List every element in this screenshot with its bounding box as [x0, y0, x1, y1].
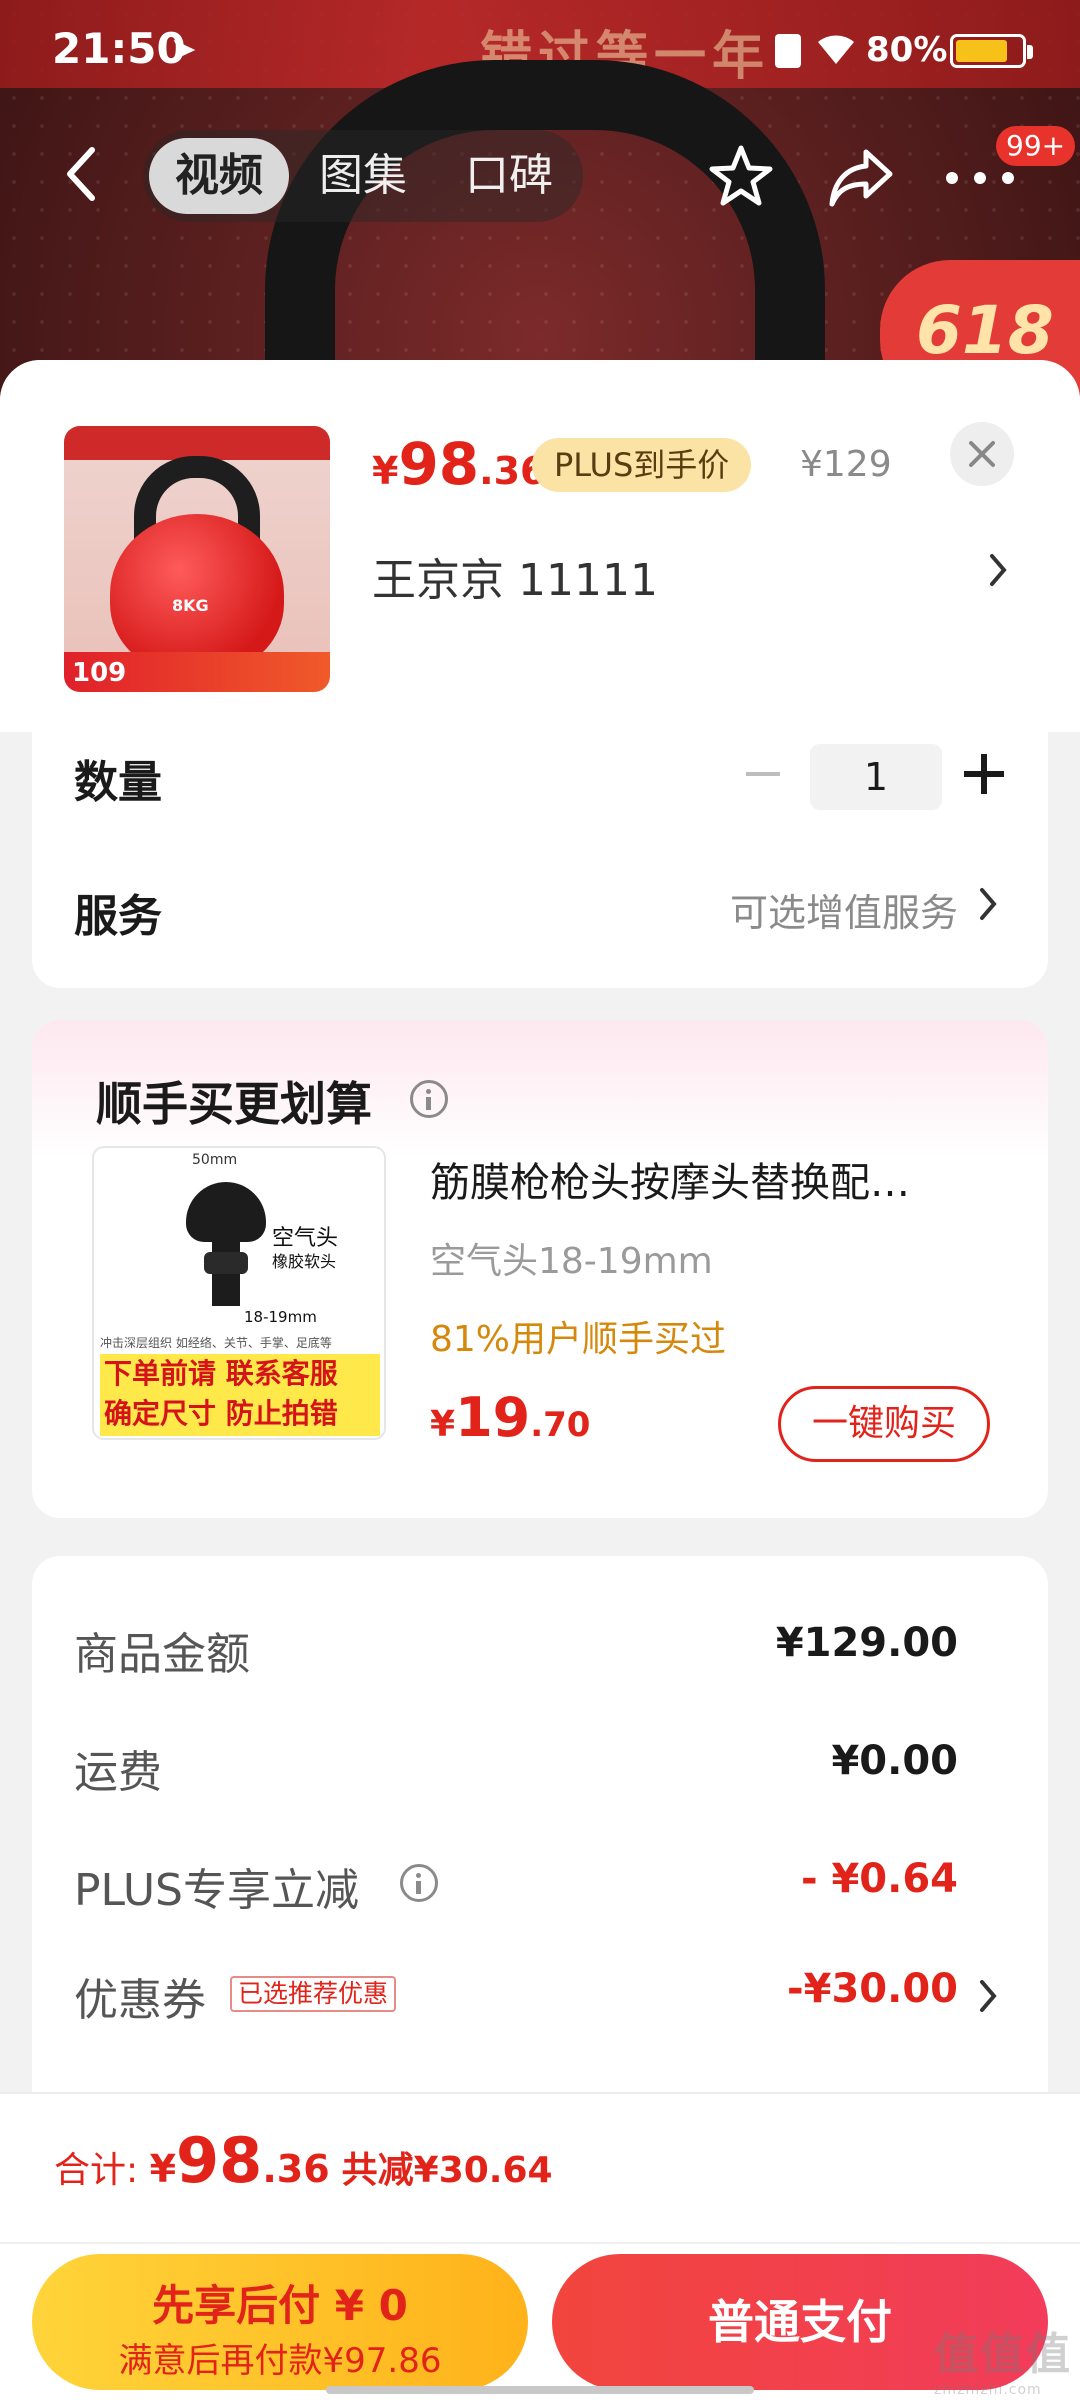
close-icon — [969, 441, 995, 467]
product-price: ¥98.36 — [372, 430, 547, 498]
thumb-price: 109 — [72, 658, 127, 688]
addon-product-image[interactable]: 50mm 空气头 橡胶软头 18-19mm 冲击深层组织 如经络、关节、手掌、足… — [92, 1146, 386, 1440]
summary-label: 优惠券 — [74, 1975, 206, 2026]
addon-product-name[interactable]: 筋膜枪枪头按摩头替换配… — [430, 1150, 1030, 1208]
service-label: 服务 — [74, 891, 162, 942]
home-indicator[interactable] — [326, 2386, 754, 2394]
close-button[interactable] — [950, 422, 1014, 486]
battery-level — [956, 40, 1007, 62]
checkout-footer: 合计: ¥98.36 共减¥30.64 先享后付 ¥ 0 满意后再付款¥97.86… — [0, 2092, 1080, 2400]
service-value[interactable]: 可选增值服务 — [730, 882, 958, 937]
tab-video[interactable]: 视频 — [149, 138, 289, 214]
wifi-icon — [818, 35, 854, 64]
summary-value: ¥129.00 — [775, 1620, 958, 1666]
status-bar: 21:50 ➤ 80% — [0, 0, 1080, 96]
watermark: 值值值 zhizhizhi.com — [934, 2329, 1072, 2398]
status-time: 21:50 — [52, 24, 186, 73]
original-price: ¥129 — [800, 444, 892, 485]
addon-section-title: 顺手买更划算 — [96, 1077, 372, 1131]
total-amount: 合计: ¥98.36 共减¥30.64 — [54, 2124, 553, 2197]
star-icon[interactable] — [706, 142, 776, 212]
message-badge: 99+ — [996, 126, 1076, 166]
addon-popularity: 81%用户顺手买过 — [430, 1319, 727, 1360]
notification-icon: ➤ — [170, 30, 197, 68]
media-tabs: 视频 图集 口碑 — [143, 130, 583, 222]
share-icon[interactable] — [826, 144, 896, 210]
top-nav: 视频 图集 口碑 99+ — [0, 122, 1080, 232]
chevron-right-icon[interactable] — [978, 886, 998, 922]
chevron-right-icon — [980, 1980, 997, 2012]
coupon-row[interactable]: 优惠券 已选推荐优惠 -¥30.00 — [32, 1958, 1048, 2028]
promo-618-text: 618 — [916, 292, 1054, 369]
seller-selector[interactable]: 王京京 11111 — [372, 538, 1022, 606]
plus-discount-value: - ¥0.64 — [800, 1856, 958, 1902]
seller-name: 王京京 11111 — [372, 555, 658, 606]
tab-reviews[interactable]: 口碑 — [465, 130, 553, 222]
quantity-increase-button[interactable] — [964, 754, 1004, 794]
battery-icon — [950, 34, 1033, 68]
addon-card: 顺手买更划算 50mm 空气头 橡胶软头 18-19mm 冲击深层组织 如经络、… — [32, 1020, 1048, 1518]
summary-row: 运费 ¥0.00 — [32, 1730, 1048, 1800]
chevron-right-icon — [990, 554, 1007, 586]
addon-price: ¥19.70 — [430, 1386, 591, 1449]
plus-price-tag: PLUS到手价 — [532, 438, 752, 492]
addon-warning-banner: 下单前请 联系客服 确定尺寸 防止拍错 — [100, 1354, 380, 1436]
quantity-decrease-button[interactable] — [746, 772, 780, 776]
summary-label: PLUS专享立减 — [74, 1865, 359, 1916]
one-click-buy-button[interactable]: 一键购买 — [778, 1386, 990, 1462]
battery-percent: 80% — [866, 30, 948, 70]
tab-gallery[interactable]: 图集 — [319, 130, 407, 222]
coupon-value: -¥30.00 — [787, 1966, 958, 2012]
quantity-label: 数量 — [74, 757, 162, 808]
addon-spec: 空气头18-19mm — [430, 1241, 713, 1282]
product-thumbnail[interactable]: 8KG 109 — [64, 426, 330, 692]
info-icon[interactable] — [400, 1864, 438, 1902]
summary-label: 商品金额 — [74, 1629, 250, 1680]
back-arrow-icon[interactable] — [58, 144, 106, 204]
options-card: 数量 1 服务 可选增值服务 — [32, 732, 1048, 988]
sim-icon — [775, 34, 801, 68]
pay-later-button[interactable]: 先享后付 ¥ 0 满意后再付款¥97.86 — [32, 2254, 528, 2390]
summary-value: ¥0.00 — [831, 1738, 958, 1784]
total-label: 合计: — [54, 2150, 150, 2191]
sheet-header: 8KG 109 ¥98.36 PLUS到手价 ¥129 王京京 11111 — [0, 360, 1080, 732]
summary-row: 商品金额 ¥129.00 — [32, 1612, 1048, 1682]
total-saved: 共减¥30.64 — [341, 2150, 553, 2191]
thumb-weight-label: 8KG — [172, 596, 209, 615]
more-icon[interactable] — [946, 172, 1016, 186]
coupon-tag: 已选推荐优惠 — [230, 1976, 397, 2012]
info-icon[interactable] — [410, 1080, 448, 1118]
summary-row: PLUS专享立减 - ¥0.64 — [32, 1848, 1048, 1918]
summary-label: 运费 — [74, 1747, 162, 1798]
quantity-input[interactable]: 1 — [810, 744, 942, 810]
